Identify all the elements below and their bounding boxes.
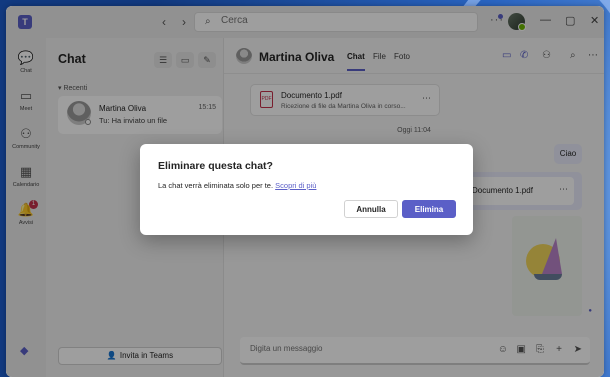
- delete-button[interactable]: Elimina: [402, 200, 456, 218]
- cancel-button[interactable]: Annulla: [344, 200, 398, 218]
- learn-more-link[interactable]: Scopri di più: [275, 181, 316, 190]
- dialog-body-text: La chat verrà eliminata solo per te.: [158, 181, 274, 190]
- dialog-title: Eliminare questa chat?: [158, 160, 273, 172]
- delete-chat-dialog: Eliminare questa chat? La chat verrà eli…: [140, 144, 473, 235]
- dialog-body: La chat verrà eliminata solo per te. Sco…: [158, 181, 316, 190]
